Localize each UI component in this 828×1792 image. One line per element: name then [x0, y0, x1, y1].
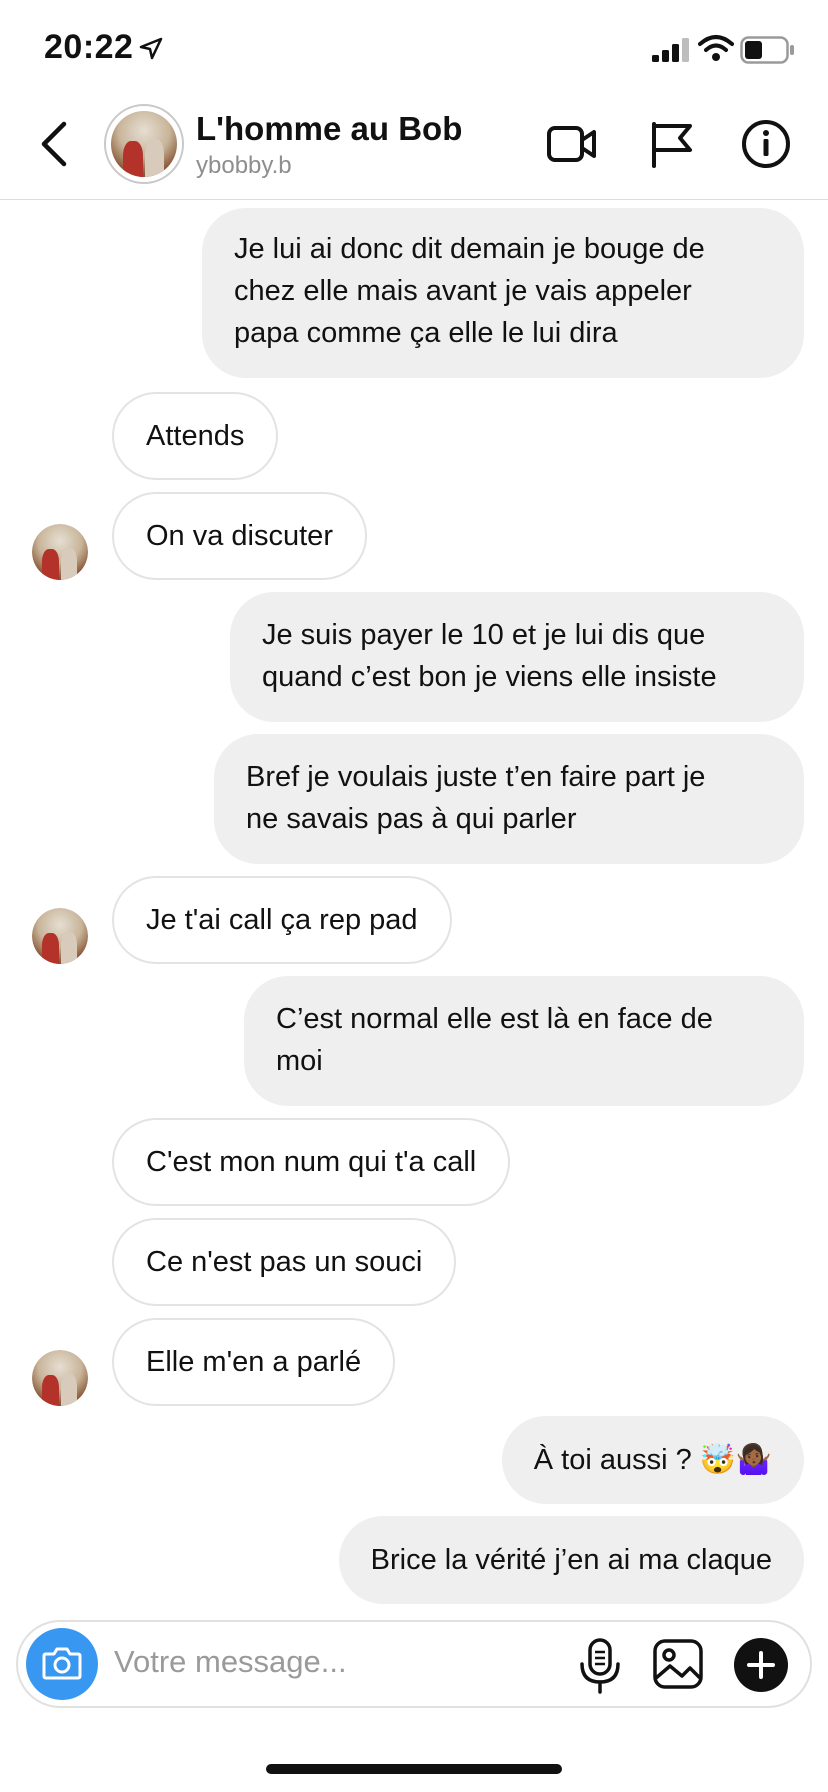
- message-text: Ce n'est pas un souci: [146, 1246, 423, 1278]
- message-bubble-incoming[interactable]: On va discuter: [112, 492, 367, 580]
- contact-username: ybobby.b: [196, 152, 292, 179]
- gallery-icon[interactable]: [652, 1638, 704, 1690]
- add-button[interactable]: [734, 1638, 788, 1692]
- contact-name[interactable]: L'homme au Bob: [196, 110, 462, 148]
- status-bar: 20:22: [0, 0, 828, 100]
- status-time: 20:22: [44, 28, 134, 66]
- message-text: moi: [276, 1045, 323, 1077]
- message-text: Brice la vérité j’en ai ma claque: [370, 1544, 772, 1576]
- message-bubble-incoming[interactable]: Attends: [112, 392, 279, 480]
- message-text: Attends: [146, 420, 245, 452]
- flag-icon[interactable]: [646, 118, 698, 170]
- avatar-photo: [32, 524, 88, 580]
- home-indicator[interactable]: [266, 1764, 562, 1774]
- avatar-photo: [111, 111, 177, 177]
- message-text: Bref je voulais juste t’en faire part je: [246, 761, 706, 793]
- camera-icon: [42, 1647, 82, 1680]
- message-thread[interactable]: Je lui ai donc dit demain je bouge de ch…: [0, 200, 828, 1618]
- message-bubble-outgoing[interactable]: Je suis payer le 10 et je lui dis que qu…: [230, 592, 804, 722]
- message-text: À toi aussi ? 🤯🤷🏾‍♀️: [533, 1444, 772, 1476]
- message-text: C’est normal elle est là en face de: [276, 1003, 713, 1035]
- cellular-signal-icon: [652, 38, 689, 62]
- sender-avatar[interactable]: [32, 1350, 88, 1406]
- message-bubble-outgoing[interactable]: C’est normal elle est là en face de moi: [244, 976, 804, 1106]
- back-chevron-icon[interactable]: [36, 120, 76, 168]
- avatar-photo: [32, 1350, 88, 1406]
- message-bubble-incoming[interactable]: Elle m'en a parlé: [112, 1318, 396, 1406]
- message-text: chez elle mais avant je vais appeler: [234, 275, 692, 307]
- video-call-icon[interactable]: [546, 118, 598, 170]
- location-arrow-icon: [139, 37, 163, 60]
- info-icon[interactable]: [740, 118, 792, 170]
- message-composer: Votre message...: [16, 1620, 812, 1708]
- message-bubble-incoming[interactable]: Ce n'est pas un souci: [112, 1218, 457, 1306]
- message-text: ne savais pas à qui parler: [246, 803, 577, 835]
- plus-icon: [747, 1651, 775, 1679]
- avatar-photo: [32, 908, 88, 964]
- message-text: On va discuter: [146, 520, 333, 552]
- message-text: C'est mon num qui t'a call: [146, 1146, 477, 1178]
- message-input[interactable]: Votre message...: [114, 1644, 347, 1680]
- message-bubble-incoming[interactable]: Je t'ai call ça rep pad: [112, 876, 452, 964]
- message-bubble-outgoing[interactable]: À toi aussi ? 🤯🤷🏾‍♀️: [501, 1416, 804, 1504]
- message-text: Elle m'en a parlé: [146, 1346, 362, 1378]
- sender-avatar[interactable]: [32, 524, 88, 580]
- chat-header: L'homme au Bob ybobby.b: [0, 100, 828, 200]
- message-text: Je lui ai donc dit demain je bouge de: [234, 233, 705, 265]
- microphone-icon[interactable]: [578, 1638, 622, 1694]
- message-bubble-outgoing[interactable]: Brice la vérité j’en ai ma claque: [338, 1516, 804, 1604]
- sender-avatar[interactable]: [32, 908, 88, 964]
- wifi-icon: [698, 35, 734, 61]
- battery-icon: [740, 36, 794, 64]
- message-text: Je t'ai call ça rep pad: [146, 904, 418, 936]
- message-bubble-outgoing[interactable]: Bref je voulais juste t’en faire part je…: [214, 734, 804, 864]
- message-text: papa comme ça elle le lui dira: [234, 317, 618, 349]
- message-text: quand c’est bon je viens elle insiste: [262, 661, 717, 693]
- message-bubble-incoming[interactable]: C'est mon num qui t'a call: [112, 1118, 511, 1206]
- message-text: Je suis payer le 10 et je lui dis que: [262, 619, 706, 651]
- message-bubble-outgoing[interactable]: Je lui ai donc dit demain je bouge de ch…: [202, 208, 804, 378]
- camera-button[interactable]: [26, 1628, 98, 1700]
- contact-avatar[interactable]: [104, 104, 184, 184]
